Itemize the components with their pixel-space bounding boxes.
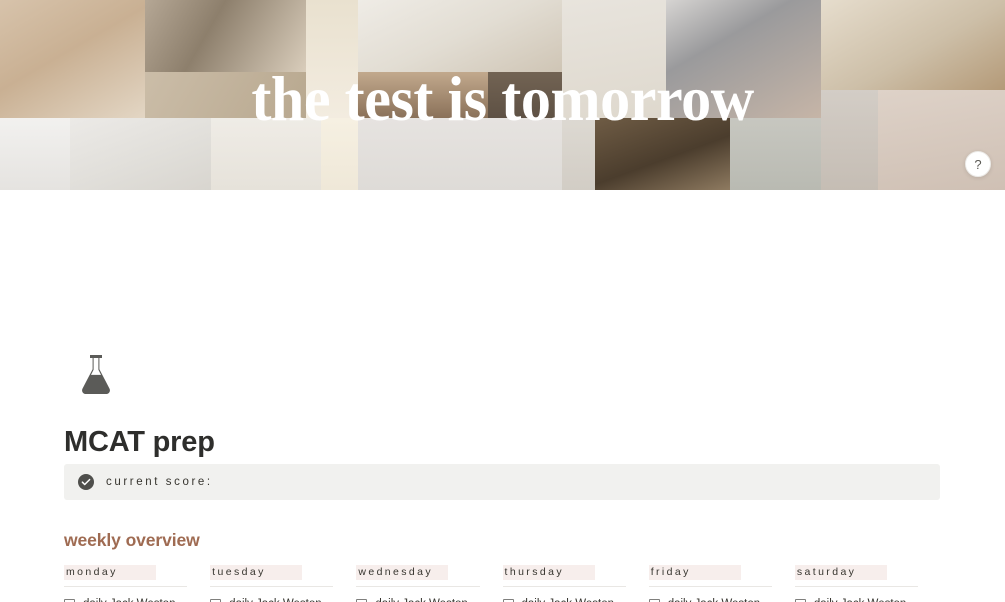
day-divider: [356, 586, 480, 587]
day-label: thursday: [502, 565, 595, 580]
day-column-wednesday: wednesday daily Jack Weston CARS passage…: [356, 562, 501, 602]
cover-title: the test is tomorrow: [251, 63, 754, 134]
check-circle-icon: [78, 474, 94, 490]
todo-label: daily Jack Weston CARS passage: [522, 597, 618, 602]
weekly-overview-grid: monday daily Jack Weston CARS passage up…: [64, 562, 940, 602]
day-divider: [64, 586, 188, 587]
callout-text: current score:: [106, 476, 213, 488]
todo-label: daily Jack Weston CARS passage: [375, 597, 471, 602]
cover-image: the test is tomorrow: [0, 0, 1005, 190]
weekly-overview-heading: weekly overview: [64, 530, 200, 550]
day-label: friday: [648, 565, 741, 580]
todo-item[interactable]: daily Jack Weston CARS passage: [794, 597, 940, 602]
day-column-tuesday: tuesday daily Jack Weston CARS passage u…: [210, 562, 355, 602]
day-column-monday: monday daily Jack Weston CARS passage up…: [64, 562, 209, 602]
collage-tile: [145, 0, 306, 72]
day-divider: [648, 586, 772, 587]
todo-item[interactable]: daily Jack Weston CARS passage: [64, 597, 209, 602]
day-column-thursday: thursday daily Jack Weston CARS passage …: [502, 562, 648, 602]
todo-item[interactable]: daily Jack Weston CARS passage: [648, 597, 794, 602]
todo-label: daily Jack Weston CARS passage: [814, 597, 910, 602]
callout-current-score[interactable]: current score:: [64, 464, 940, 500]
flask-icon[interactable]: [76, 353, 116, 395]
day-divider: [210, 586, 334, 587]
todo-label: daily Jack Weston CARS passage: [668, 597, 764, 602]
day-column-saturday: saturday daily Jack Weston CARS passage …: [794, 562, 940, 602]
todo-item[interactable]: daily Jack Weston CARS passage: [502, 597, 648, 602]
day-divider: [502, 586, 626, 587]
day-label: saturday: [794, 565, 887, 580]
day-divider: [794, 586, 919, 587]
todo-item[interactable]: daily Jack Weston CARS passage: [210, 597, 355, 602]
todo-label: daily Jack Weston CARS passage: [83, 597, 179, 602]
help-button[interactable]: ?: [965, 151, 991, 177]
page-title: MCAT prep: [64, 426, 215, 458]
day-label: tuesday: [210, 565, 303, 580]
todo-label: daily Jack Weston CARS passage: [229, 597, 325, 602]
todo-item[interactable]: daily Jack Weston CARS passage: [356, 597, 501, 602]
day-label: monday: [64, 565, 156, 580]
collage-tile: [358, 0, 562, 72]
day-column-friday: friday daily Jack Weston CARS passage up…: [648, 562, 794, 602]
day-label: wednesday: [356, 565, 449, 580]
